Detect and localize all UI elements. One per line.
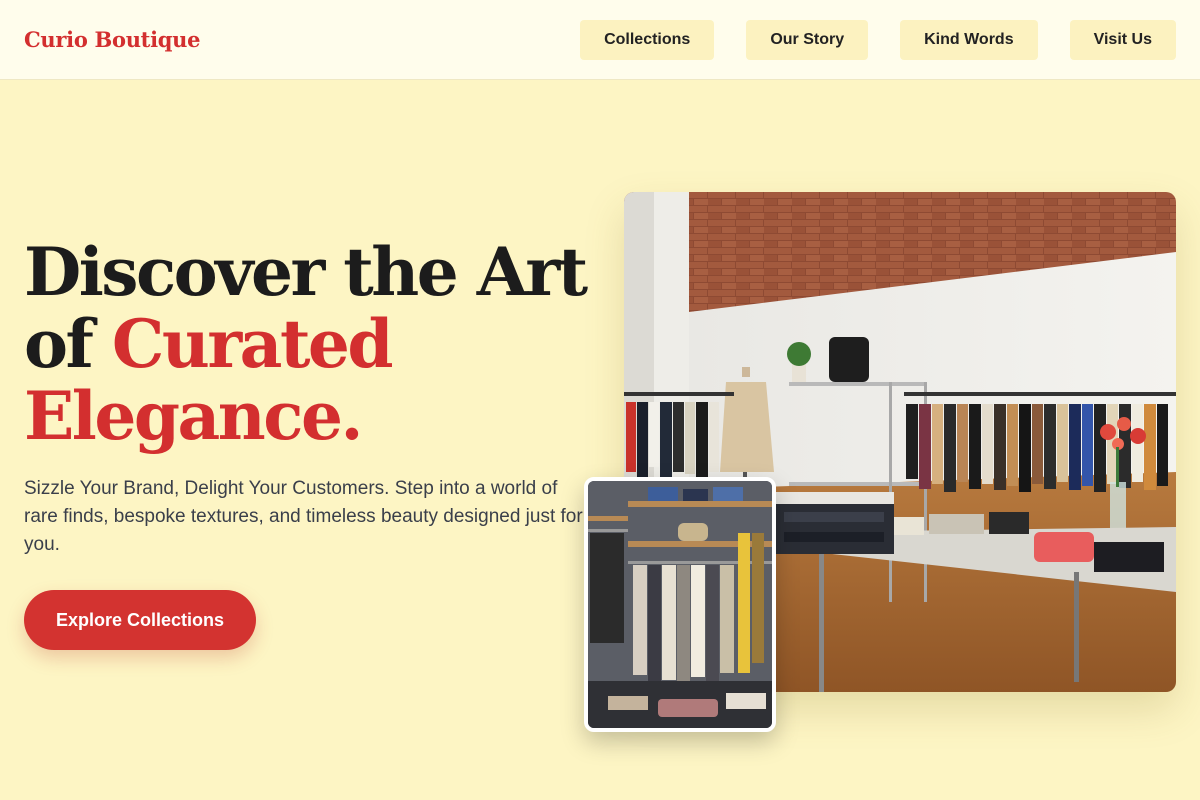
explore-collections-button[interactable]: Explore Collections xyxy=(24,590,256,650)
hero-subtitle: Sizzle Your Brand, Delight Your Customer… xyxy=(24,478,583,555)
site-header: Curio Boutique Collections Our Story Kin… xyxy=(0,0,1200,80)
nav-kind-words[interactable]: Kind Words xyxy=(900,19,1038,60)
hero-title-accent-elegance: Elegance. xyxy=(24,377,363,455)
nav-our-story[interactable]: Our Story xyxy=(746,19,869,60)
hero-title-line1: Discover the Art xyxy=(24,233,588,311)
nav-visit-us[interactable]: Visit Us xyxy=(1069,19,1176,60)
brand-logo[interactable]: Curio Boutique xyxy=(24,27,200,52)
main-nav: Collections Our Story Kind Words Visit U… xyxy=(580,19,1176,60)
hero-title-accent-curated: Curated xyxy=(111,305,394,383)
hero-title: Discover the Art of Curated Elegance. xyxy=(24,236,594,452)
hero-title-of: of xyxy=(24,305,112,383)
nav-collections[interactable]: Collections xyxy=(580,19,715,60)
clothing-rack-image xyxy=(584,477,776,732)
